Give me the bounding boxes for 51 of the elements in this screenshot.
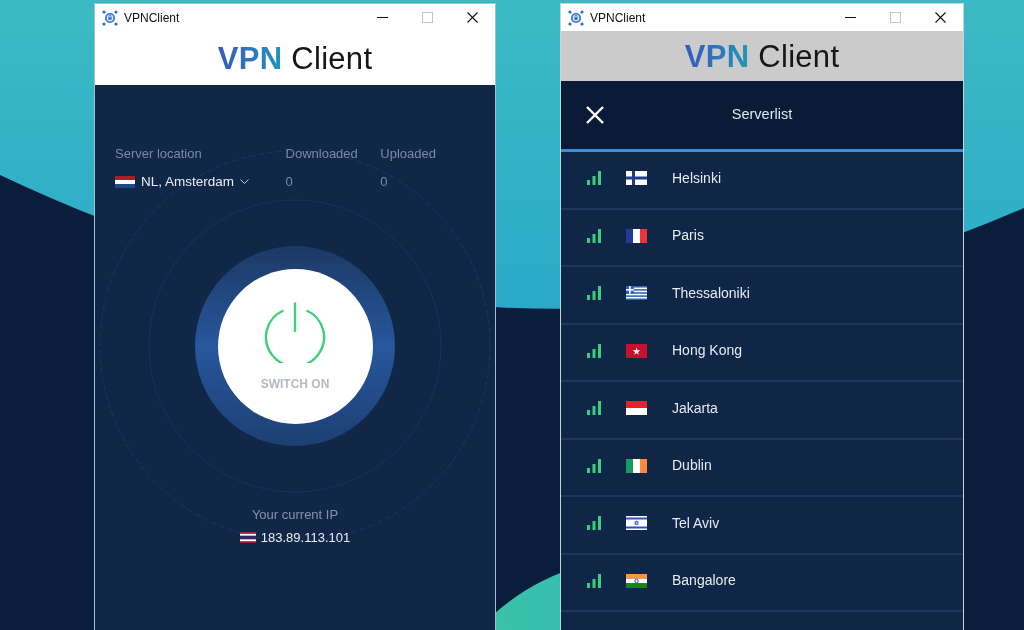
minimize-icon <box>377 17 388 18</box>
flag-icon <box>626 286 647 301</box>
server-row[interactable]: Thessaloniki <box>561 267 963 325</box>
stat-label: Uploaded <box>380 146 436 161</box>
minimize-icon <box>845 17 856 18</box>
server-row[interactable]: Dublin <box>561 439 963 497</box>
close-list-button[interactable] <box>586 106 604 124</box>
flag-icon <box>115 175 135 188</box>
close-icon <box>586 106 604 124</box>
flag-icon <box>626 343 647 358</box>
flag-icon <box>626 228 647 243</box>
maximize-icon <box>890 12 901 23</box>
close-icon <box>935 12 946 23</box>
window-title: VPNClient <box>124 11 180 24</box>
maximize-icon <box>422 12 433 23</box>
server-row[interactable]: Hong Kong <box>561 324 963 382</box>
stat-value: 0 <box>380 174 388 189</box>
server-row[interactable]: Helsinki <box>561 152 963 210</box>
signal-icon <box>587 573 601 588</box>
server-location-label: Server location <box>115 146 202 161</box>
server-row[interactable]: Tel Aviv <box>561 497 963 555</box>
lock-icon <box>102 9 118 26</box>
flag-icon <box>626 458 647 473</box>
signal-icon <box>587 458 601 473</box>
signal-icon <box>587 401 601 416</box>
stat-label: Downloaded <box>285 146 358 161</box>
server-row[interactable]: Bangalore <box>561 554 963 612</box>
signal-icon <box>587 171 601 186</box>
flag-icon <box>626 401 647 416</box>
location-dropdown[interactable]: NL, Amsterdam <box>115 174 250 189</box>
server-row[interactable]: Jakarta <box>561 382 963 440</box>
ip-address: 183.89.113.101 <box>260 530 351 545</box>
signal-icon <box>587 286 601 301</box>
stat-value: 0 <box>285 174 293 189</box>
signal-icon <box>587 516 601 531</box>
flag-icon <box>626 171 647 186</box>
flag-icon <box>626 516 647 531</box>
window-title: VPNClient <box>590 11 646 24</box>
lock-icon <box>568 9 584 26</box>
signal-icon <box>587 228 601 243</box>
power-icon <box>264 301 326 363</box>
close-icon <box>467 12 478 23</box>
flag-icon <box>239 532 256 543</box>
signal-icon <box>587 343 601 358</box>
app-logo: VPN Client <box>217 42 373 74</box>
flag-icon <box>626 573 647 588</box>
serverlist-title: Serverlist <box>731 105 793 125</box>
server-row[interactable]: Paris <box>561 209 963 267</box>
chevron-down-icon <box>240 179 250 184</box>
current-ip-label: Your current IP <box>250 507 340 522</box>
app-logo: VPN Client <box>684 40 840 72</box>
